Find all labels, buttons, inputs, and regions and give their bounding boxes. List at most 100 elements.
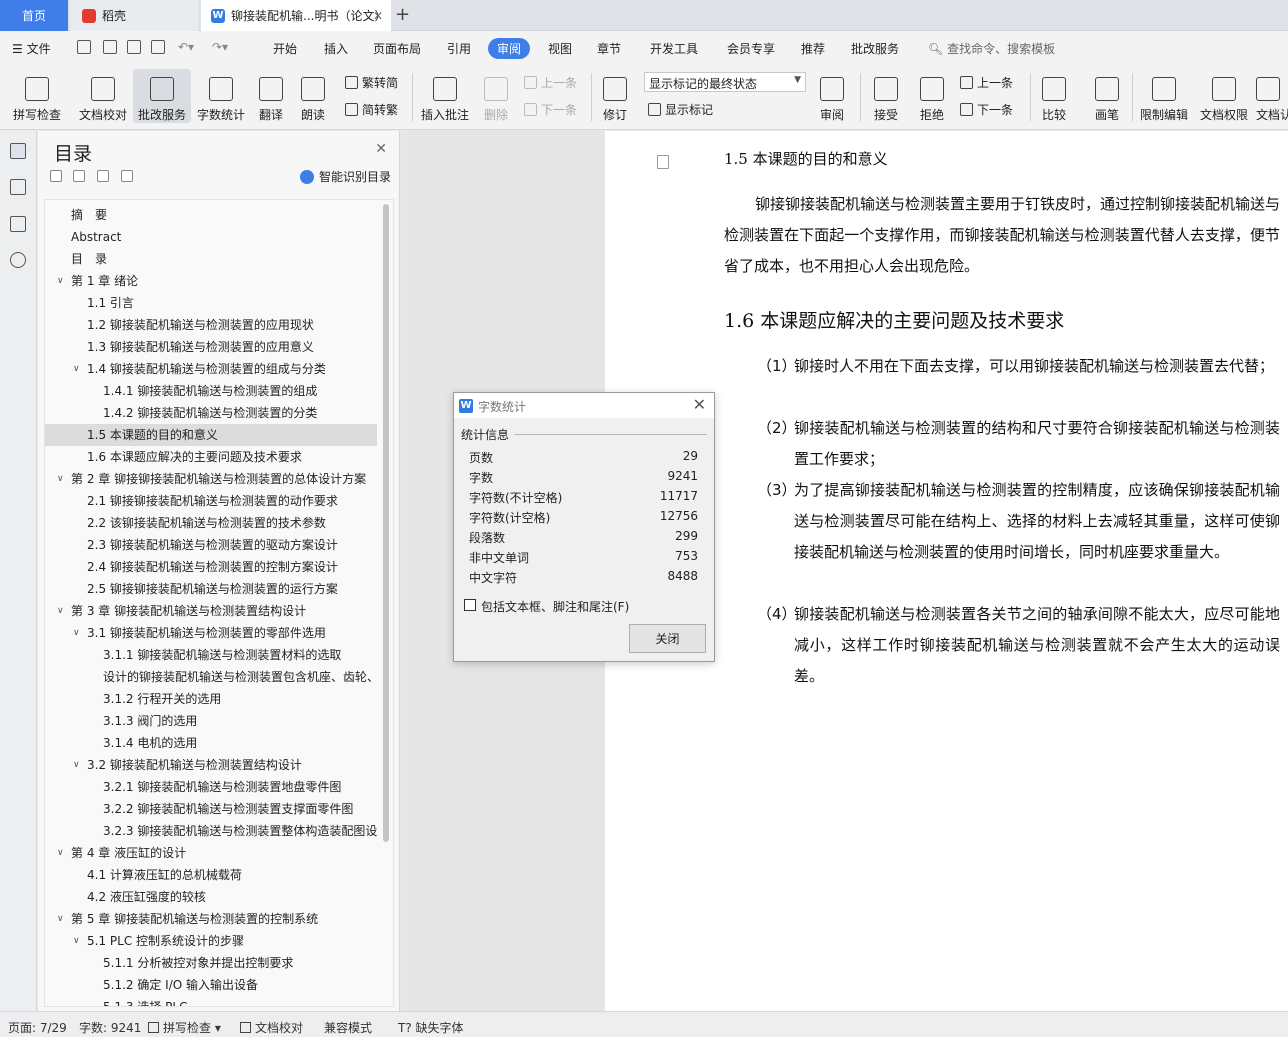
restrict-edit-button[interactable]: 限制编辑 bbox=[1138, 69, 1190, 123]
toc-item[interactable]: 1.4.2 铆接装配机输送与检测装置的分类 bbox=[45, 402, 377, 424]
toc-item[interactable]: 5.1.2 确定 I/O 输入输出设备 bbox=[45, 974, 377, 996]
track-changes-button[interactable]: 修订 bbox=[597, 69, 633, 123]
trad-to-simp-button[interactable]: 繁转简 bbox=[345, 74, 398, 91]
missing-font-status[interactable]: T? 缺失字体 bbox=[398, 1019, 464, 1036]
redo-icon[interactable]: ↷▾ bbox=[212, 40, 228, 54]
accept-button[interactable]: 接受 bbox=[868, 69, 904, 123]
preview-icon[interactable] bbox=[151, 40, 165, 54]
reject-button[interactable]: 拒绝 bbox=[914, 69, 950, 123]
include-textbox-label[interactable]: 包括文本框、脚注和尾注(F) bbox=[481, 598, 629, 615]
menu-devtools[interactable]: 开发工具 bbox=[650, 40, 698, 57]
chevron-down-icon[interactable]: ∨ bbox=[73, 930, 80, 952]
chevron-down-icon[interactable]: ∨ bbox=[73, 754, 80, 776]
chevron-down-icon[interactable]: ∨ bbox=[57, 600, 64, 622]
toc-item[interactable]: 2.1 铆接铆接装配机输送与检测装置的动作要求 bbox=[45, 490, 377, 512]
toc-item[interactable]: ∨ 第 5 章 铆接装配机输送与检测装置的控制系统 bbox=[45, 908, 377, 930]
close-icon[interactable]: ✕ bbox=[375, 141, 387, 157]
toc-item[interactable]: ∨ 1.4 铆接装配机输送与检测装置的组成与分类 bbox=[45, 358, 377, 380]
menu-start[interactable]: 开始 bbox=[273, 40, 297, 57]
toc-scrollbar[interactable] bbox=[383, 204, 389, 842]
compare-button[interactable]: 比较 bbox=[1036, 69, 1072, 123]
doccheck-button[interactable]: 文档校对 bbox=[77, 69, 129, 123]
toc-item[interactable]: 2.4 铆接装配机输送与检测装置的控制方案设计 bbox=[45, 556, 377, 578]
menu-recommend[interactable]: 推荐 bbox=[801, 40, 825, 57]
menu-layout[interactable]: 页面布局 bbox=[373, 40, 421, 57]
chevron-down-icon[interactable]: ∨ bbox=[57, 842, 64, 864]
chevron-down-icon[interactable]: ∨ bbox=[57, 908, 64, 930]
toc-item[interactable]: 1.4.1 铆接装配机输送与检测装置的组成 bbox=[45, 380, 377, 402]
pen-button[interactable]: 画笔 bbox=[1090, 69, 1124, 123]
collapse-all-icon[interactable] bbox=[50, 170, 62, 182]
toc-item[interactable]: ∨ 3.1 铆接装配机输送与检测装置的零部件选用 bbox=[45, 622, 377, 644]
correction-button[interactable]: 批改服务 bbox=[133, 69, 191, 123]
remove-heading-icon[interactable] bbox=[121, 170, 133, 182]
next-change-button[interactable]: 下一条 bbox=[960, 101, 1013, 118]
include-textbox-checkbox[interactable] bbox=[464, 599, 476, 611]
simp-to-trad-button[interactable]: 简转繁 bbox=[345, 101, 398, 118]
file-menu[interactable]: ☰ 文件 bbox=[12, 40, 51, 57]
menu-insert[interactable]: 插入 bbox=[324, 40, 348, 57]
spellcheck-button[interactable]: 拼写检查 bbox=[8, 69, 66, 123]
toc-item[interactable]: ∨ 5.1 PLC 控制系统设计的步骤 bbox=[45, 930, 377, 952]
prev-change-button[interactable]: 上一条 bbox=[960, 74, 1013, 91]
toc-item[interactable]: 1.3 铆接装配机输送与检测装置的应用意义 bbox=[45, 336, 377, 358]
command-search[interactable]: 🔍︎ 查找命令、搜索模板 bbox=[928, 40, 1055, 57]
doc-certify-button[interactable]: 文档认 bbox=[1256, 69, 1288, 123]
translate-button[interactable]: 翻译 bbox=[254, 69, 288, 123]
close-icon[interactable]: ✕ bbox=[693, 395, 706, 414]
toc-item[interactable]: 1.6 本课题应解决的主要问题及技术要求 bbox=[45, 446, 377, 468]
review-pane-button[interactable]: 审阅 bbox=[814, 69, 850, 123]
chevron-down-icon[interactable]: ∨ bbox=[73, 622, 80, 644]
toc-item[interactable]: ∨ 第 3 章 铆接装配机输送与检测装置结构设计 bbox=[45, 600, 377, 622]
search-icon[interactable] bbox=[10, 252, 26, 268]
tab-home[interactable]: 首页 bbox=[0, 0, 68, 31]
doccheck-status[interactable]: 文档校对 bbox=[240, 1019, 303, 1036]
toc-item[interactable]: ∨ 第 1 章 绪论 bbox=[45, 270, 377, 292]
toc-item[interactable]: 摘 要 bbox=[45, 204, 377, 226]
next-comment-button[interactable]: 下一条 bbox=[524, 101, 577, 118]
toc-item[interactable]: 1.1 引言 bbox=[45, 292, 377, 314]
toc-item[interactable]: 3.1.4 电机的选用 bbox=[45, 732, 377, 754]
word-count-indicator[interactable]: 字数: 9241 bbox=[79, 1019, 141, 1036]
undo-icon[interactable]: ↶▾ bbox=[178, 40, 194, 54]
toc-item[interactable]: 5.1.1 分析被控对象并提出控制要求 bbox=[45, 952, 377, 974]
menu-reference[interactable]: 引用 bbox=[447, 40, 471, 57]
tab-close-icon[interactable]: ✕ bbox=[373, 9, 383, 23]
show-markup-button[interactable]: 显示标记 bbox=[648, 101, 713, 118]
toc-item[interactable]: 2.5 铆接铆接装配机输送与检测装置的运行方案 bbox=[45, 578, 377, 600]
chevron-down-icon[interactable]: ∨ bbox=[57, 468, 64, 490]
export-icon[interactable] bbox=[103, 40, 117, 54]
delete-comment-button[interactable]: 删除 bbox=[478, 69, 514, 123]
tab-document[interactable]: W 铆接装配机输...明书（论文） ✕ bbox=[201, 0, 391, 31]
add-heading-icon[interactable] bbox=[97, 170, 109, 182]
toc-item[interactable]: 4.1 计算液压缸的总机械载荷 bbox=[45, 864, 377, 886]
menu-chapter[interactable]: 章节 bbox=[597, 40, 621, 57]
spellcheck-status[interactable]: 拼写检查 ▾ bbox=[148, 1019, 221, 1036]
chapter-nav-icon[interactable] bbox=[10, 179, 26, 195]
menu-member[interactable]: 会员专享 bbox=[727, 40, 775, 57]
close-button[interactable]: 关闭 bbox=[629, 624, 706, 653]
toc-item[interactable]: 1.5 本课题的目的和意义 bbox=[45, 424, 377, 446]
toc-item[interactable]: 3.1.3 阀门的选用 bbox=[45, 710, 377, 732]
paragraph-options-icon[interactable] bbox=[657, 155, 669, 169]
save-icon[interactable] bbox=[77, 40, 91, 54]
chevron-down-icon[interactable]: ∨ bbox=[57, 270, 64, 292]
insert-comment-button[interactable]: 插入批注 bbox=[419, 69, 471, 123]
toc-item[interactable]: 3.1.2 行程开关的选用 bbox=[45, 688, 377, 710]
wordcount-button[interactable]: 字数统计 bbox=[196, 69, 246, 123]
read-aloud-button[interactable]: 朗读 bbox=[298, 69, 328, 123]
dialog-titlebar[interactable]: W 字数统计 ✕ bbox=[454, 393, 714, 418]
toc-item[interactable]: 2.2 该铆接装配机输送与检测装置的技术参数 bbox=[45, 512, 377, 534]
toc-item[interactable]: 3.2.1 铆接装配机输送与检测装置地盘零件图 bbox=[45, 776, 377, 798]
prev-comment-button[interactable]: 上一条 bbox=[524, 74, 577, 91]
tab-daoke[interactable]: 稻壳 bbox=[70, 0, 198, 31]
toc-item[interactable]: ∨ 第 2 章 铆接铆接装配机输送与检测装置的总体设计方案 bbox=[45, 468, 377, 490]
print-icon[interactable] bbox=[127, 40, 141, 54]
smart-toc-button[interactable]: 智能识别目录 bbox=[300, 168, 391, 185]
toc-panel-icon[interactable] bbox=[10, 143, 26, 159]
toc-item[interactable]: 4.2 液压缸强度的较核 bbox=[45, 886, 377, 908]
bookmark-icon[interactable] bbox=[10, 216, 26, 232]
page-indicator[interactable]: 页面: 7/29 bbox=[8, 1019, 67, 1036]
toc-item[interactable]: Abstract bbox=[45, 226, 377, 248]
menu-view[interactable]: 视图 bbox=[548, 40, 572, 57]
